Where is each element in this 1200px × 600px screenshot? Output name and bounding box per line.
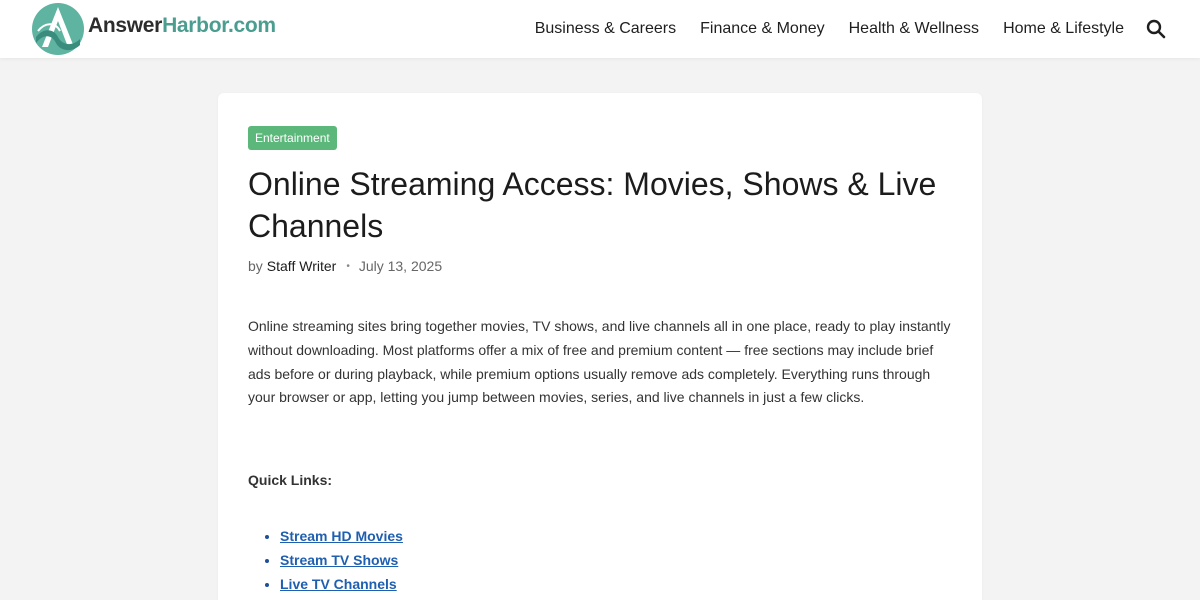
logo-wave-icon [32, 3, 84, 55]
list-item: Stream TV Shows [280, 548, 403, 572]
publish-date: July 13, 2025 [358, 258, 443, 274]
list-item: Stream HD Movies [280, 524, 403, 548]
logo-text: AnswerHarbor.com [88, 14, 276, 38]
nav-finance-money[interactable]: Finance & Money [700, 20, 825, 38]
nav-business-careers[interactable]: Business & Careers [535, 20, 676, 38]
author-link[interactable]: Staff Writer [267, 258, 337, 274]
link-live-tv-channels[interactable]: Live TV Channels [280, 576, 397, 592]
nav-health-wellness[interactable]: Health & Wellness [849, 20, 979, 38]
article-intro: Online streaming sites bring together mo… [248, 318, 951, 406]
logo-text-answer: Answer [88, 14, 163, 37]
link-stream-hd-movies[interactable]: Stream HD Movies [280, 528, 403, 544]
site-header: AnswerHarbor.com Business & Careers Fina… [0, 0, 1200, 58]
main-nav: Business & Careers Finance & Money Healt… [535, 0, 1124, 58]
quick-links-list: Stream HD Movies Stream TV Shows Live TV… [280, 524, 403, 596]
link-stream-tv-shows[interactable]: Stream TV Shows [280, 552, 398, 568]
article-card: Entertainment Online Streaming Access: M… [218, 93, 982, 600]
quick-links-heading: Quick Links: [248, 472, 333, 488]
category-badge[interactable]: Entertainment [248, 126, 337, 150]
list-item: Live TV Channels [280, 572, 403, 596]
by-label: by [248, 258, 263, 274]
article-meta: by Staff Writer • July 13, 2025 [248, 258, 442, 274]
logo-text-harbor: Harbor.com [162, 14, 276, 37]
site-logo[interactable]: AnswerHarbor.com [30, 0, 280, 58]
article-title: Online Streaming Access: Movies, Shows &… [248, 166, 937, 244]
meta-separator: • [346, 260, 350, 272]
search-icon[interactable] [1146, 19, 1166, 39]
nav-home-lifestyle[interactable]: Home & Lifestyle [1003, 20, 1124, 38]
